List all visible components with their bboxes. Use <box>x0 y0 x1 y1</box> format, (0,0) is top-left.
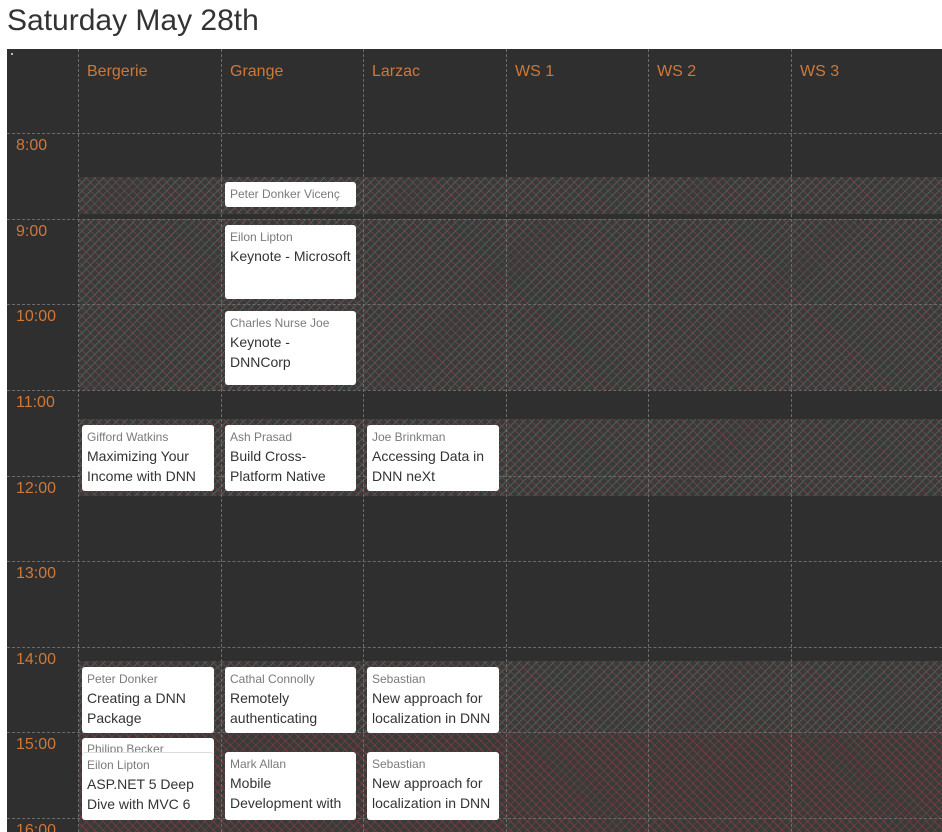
time-label: 14:00 <box>16 651 57 668</box>
column-divider <box>648 49 649 832</box>
session-speaker: Eilon Lipton <box>87 758 150 772</box>
page-title: Saturday May 28th <box>7 4 259 37</box>
session-card[interactable]: Peter Donker Creating a DNN Package <box>82 667 214 733</box>
unavailable-block-0830 <box>79 177 942 214</box>
session-title: Creating a DNN Package <box>87 690 186 726</box>
session-speaker: Ash Prasad <box>230 430 293 444</box>
hour-line <box>7 647 942 648</box>
hour-line <box>7 390 942 391</box>
session-title: Keynote - Microsoft <box>230 248 351 264</box>
session-title: Mobile Development with <box>230 775 342 811</box>
session-title: Maximizing Your Income with DNN <box>87 448 196 484</box>
time-label: 13:00 <box>16 565 57 582</box>
time-label: 12:00 <box>16 480 57 497</box>
session-card[interactable]: Gifford Watkins Maximizing Your Income w… <box>82 425 214 491</box>
schedule-grid: Bergerie Grange Larzac WS 1 WS 2 WS 3 8:… <box>7 49 942 832</box>
room-header-larzac: Larzac <box>372 63 421 80</box>
column-divider <box>363 49 364 832</box>
column-divider <box>78 49 79 832</box>
time-label: 15:00 <box>16 736 57 753</box>
hour-line <box>7 304 942 305</box>
session-card[interactable]: Charles Nurse Joe Keynote - DNNCorp <box>225 311 356 385</box>
session-speaker: Joe Brinkman <box>372 430 446 444</box>
session-title: Keynote - DNNCorp <box>230 334 291 370</box>
time-label: 10:00 <box>16 308 57 325</box>
session-card[interactable]: Sebastian New approach for localization … <box>367 752 499 820</box>
corner-marker <box>11 53 13 55</box>
column-divider <box>506 49 507 832</box>
room-header-ws1: WS 1 <box>515 63 555 80</box>
session-speaker: Sebastian <box>372 757 426 771</box>
room-header-ws2: WS 2 <box>657 63 697 80</box>
session-speaker: Eilon Lipton <box>230 230 293 244</box>
hour-line <box>7 133 942 134</box>
session-speaker: Peter Donker <box>87 672 158 686</box>
session-title: Accessing Data in DNN neXt <box>372 448 485 484</box>
session-card[interactable]: Ash Prasad Build Cross-Platform Native <box>225 425 356 491</box>
session-speaker: Gifford Watkins <box>87 430 169 444</box>
session-title: New approach for localization in DNN <box>372 690 491 726</box>
session-card[interactable]: Peter Donker Vicenç <box>225 182 356 207</box>
session-card[interactable]: Eilon Lipton ASP.NET 5 Deep Dive with MV… <box>82 752 214 820</box>
session-speaker: Mark Allan <box>230 757 287 771</box>
time-label: 16:00 <box>16 822 57 832</box>
hour-line <box>7 561 942 562</box>
column-divider <box>221 49 222 832</box>
session-title: New approach for localization in DNN <box>372 775 491 811</box>
session-card[interactable]: Joe Brinkman Accessing Data in DNN neXt <box>367 425 499 491</box>
session-title: Build Cross-Platform Native <box>230 448 326 484</box>
session-title: Remotely authenticating <box>230 690 318 726</box>
column-divider <box>791 49 792 832</box>
hour-line <box>7 219 942 220</box>
session-speaker: Charles Nurse Joe <box>230 316 330 330</box>
room-header-ws3: WS 3 <box>800 63 840 80</box>
time-label: 11:00 <box>16 394 55 411</box>
session-card[interactable]: Mark Allan Mobile Development with <box>225 752 356 820</box>
session-card[interactable]: Cathal Connolly Remotely authenticating <box>225 667 356 733</box>
time-label: 9:00 <box>16 223 48 240</box>
room-header-bergerie: Bergerie <box>87 63 148 80</box>
session-title: ASP.NET 5 Deep Dive with MVC 6 <box>87 776 194 812</box>
session-card[interactable]: Eilon Lipton Keynote - Microsoft <box>225 225 356 299</box>
room-header-grange: Grange <box>230 63 284 80</box>
session-speaker: Cathal Connolly <box>230 672 315 686</box>
session-speaker: Peter Donker Vicenç <box>230 187 340 201</box>
time-label: 8:00 <box>16 137 48 154</box>
session-card[interactable]: Sebastian New approach for localization … <box>367 667 499 733</box>
session-speaker: Sebastian <box>372 672 426 686</box>
